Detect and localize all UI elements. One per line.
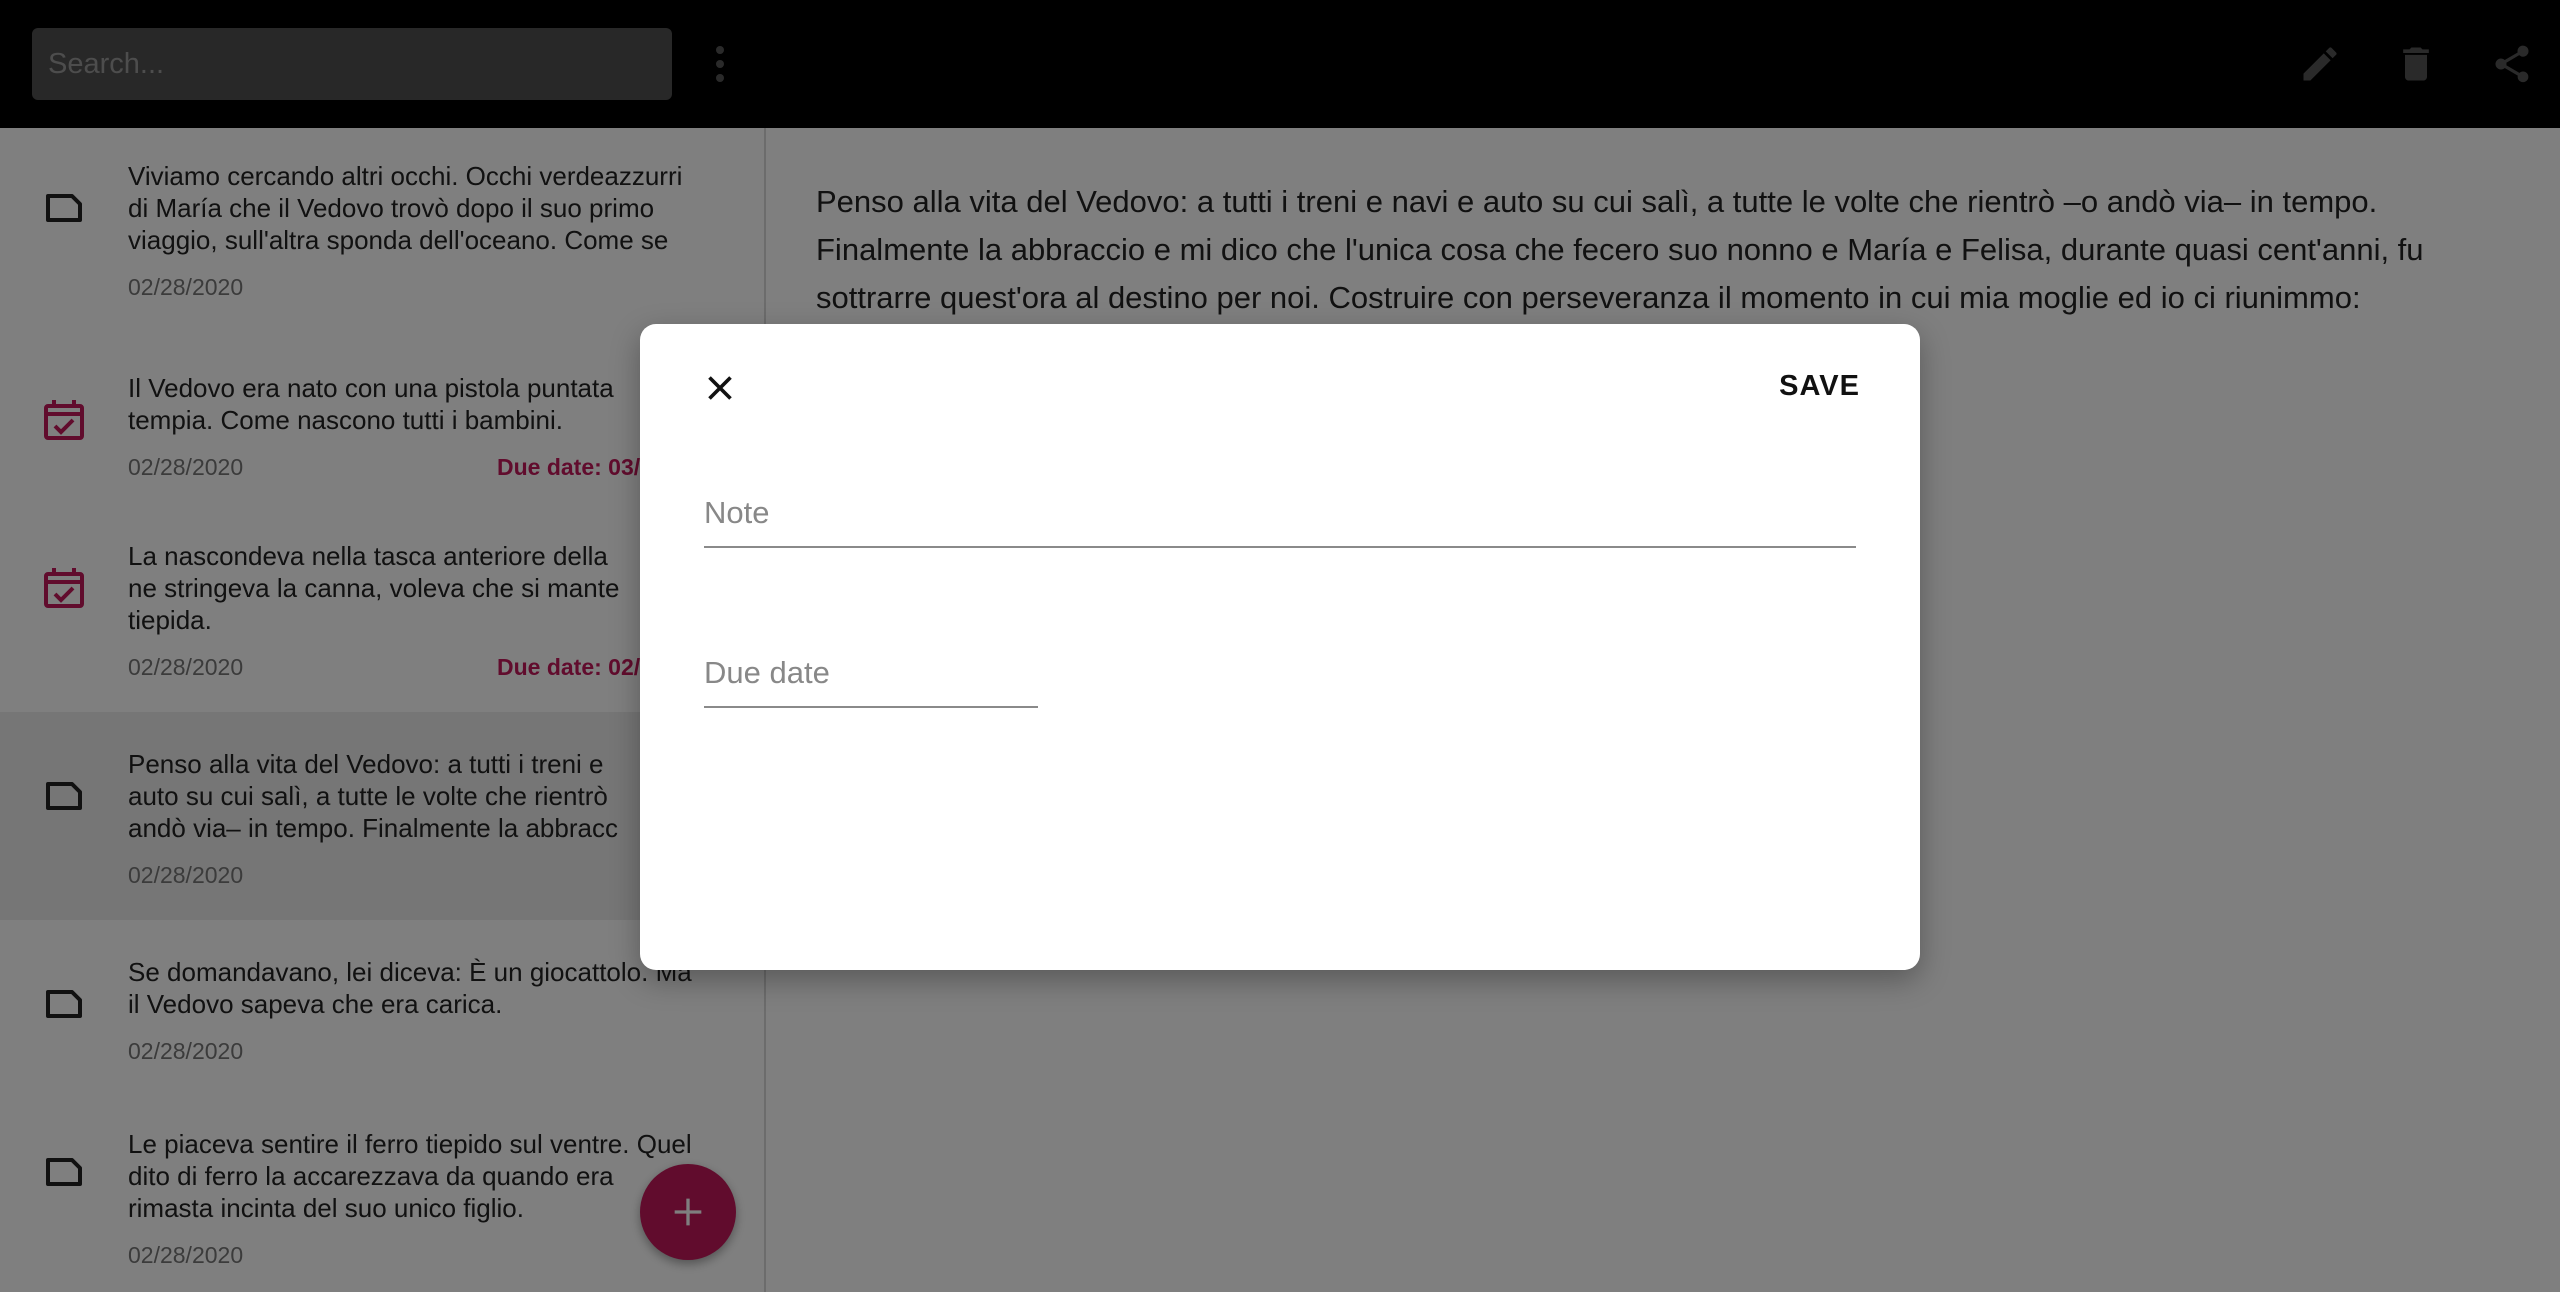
close-icon[interactable] (696, 364, 744, 412)
new-note-dialog: SAVE (640, 324, 1920, 970)
trash-icon[interactable] (2388, 36, 2444, 92)
pencil-icon[interactable] (2292, 36, 2348, 92)
search-input[interactable] (32, 28, 672, 100)
top-app-bar (0, 0, 2560, 128)
save-button[interactable]: SAVE (1779, 370, 1860, 403)
more-vert-icon[interactable] (700, 40, 740, 88)
note-input[interactable] (704, 492, 1856, 548)
share-icon[interactable] (2484, 36, 2540, 92)
due-date-input[interactable] (704, 652, 1038, 708)
